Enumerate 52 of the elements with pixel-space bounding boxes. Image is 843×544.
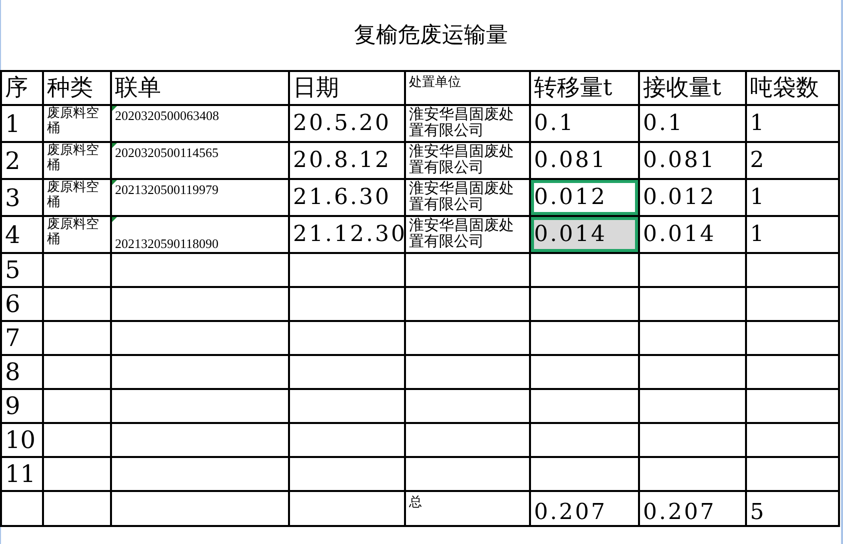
- column-header: 吨袋数: [750, 76, 819, 100]
- column-header: 处置单位: [409, 74, 461, 91]
- selected-cell[interactable]: 0.012: [530, 179, 639, 216]
- date-cell: 21.6.30: [293, 185, 391, 210]
- column-header: 种类: [47, 76, 93, 100]
- row-number: 2: [5, 148, 20, 172]
- bag-count: 1: [750, 222, 766, 247]
- received-amount: 0.081: [643, 148, 716, 173]
- waste-type: 废原料空桶: [47, 143, 100, 173]
- total-transfer: 0.207: [534, 500, 607, 525]
- row-number: 5: [5, 258, 20, 282]
- waste-type: 废原料空桶: [47, 180, 100, 210]
- column-header: 日期: [293, 76, 339, 100]
- column-header: 接收量t: [643, 76, 722, 100]
- received-amount: 0.1: [643, 111, 684, 136]
- selected-cell[interactable]: 0.1: [530, 105, 639, 142]
- manifest-number: 2020320500114565: [115, 144, 220, 161]
- column-header: 转移量t: [534, 76, 612, 100]
- date-cell: 21.12.30: [293, 222, 407, 247]
- disposal-company: 淮安华昌固废处置有限公司: [409, 106, 515, 138]
- date-cell: 20.5.20: [293, 111, 391, 136]
- bag-count: 2: [750, 148, 766, 173]
- row-number: 8: [5, 360, 20, 384]
- selected-cell[interactable]: 0.014: [530, 216, 639, 253]
- bag-count: 1: [750, 185, 766, 210]
- waste-type: 废原料空桶: [47, 217, 100, 247]
- date-cell: 20.8.12: [293, 148, 391, 173]
- received-amount: 0.012: [643, 185, 716, 210]
- total-received: 0.207: [643, 500, 716, 525]
- disposal-company: 淮安华昌固废处置有限公司: [409, 143, 515, 175]
- total-label: 总: [409, 494, 422, 511]
- row-number: 10: [5, 428, 36, 452]
- disposal-company: 淮安华昌固废处置有限公司: [409, 217, 515, 249]
- manifest-number: 2020320500063408: [115, 107, 220, 124]
- disposal-company: 淮安华昌固废处置有限公司: [409, 180, 515, 212]
- row-number: 1: [5, 112, 20, 136]
- waste-type: 废原料空桶: [47, 106, 100, 136]
- total-bags: 5: [750, 500, 766, 525]
- row-number: 4: [5, 222, 20, 246]
- bag-count: 1: [750, 111, 766, 136]
- received-amount: 0.014: [643, 222, 716, 247]
- row-number: 3: [5, 186, 20, 210]
- selected-cell[interactable]: 0.081: [530, 142, 639, 179]
- manifest-number: 2021320500119979: [115, 181, 220, 198]
- sheet-title: 复榆危废运输量: [354, 22, 508, 50]
- manifest-number: 2021320590118090: [115, 235, 220, 252]
- row-number: 7: [5, 326, 20, 350]
- row-number: 6: [5, 292, 20, 316]
- row-number: 11: [5, 462, 36, 486]
- column-header: 序: [5, 76, 28, 100]
- column-header: 联单: [115, 76, 161, 100]
- row-number: 9: [5, 394, 20, 418]
